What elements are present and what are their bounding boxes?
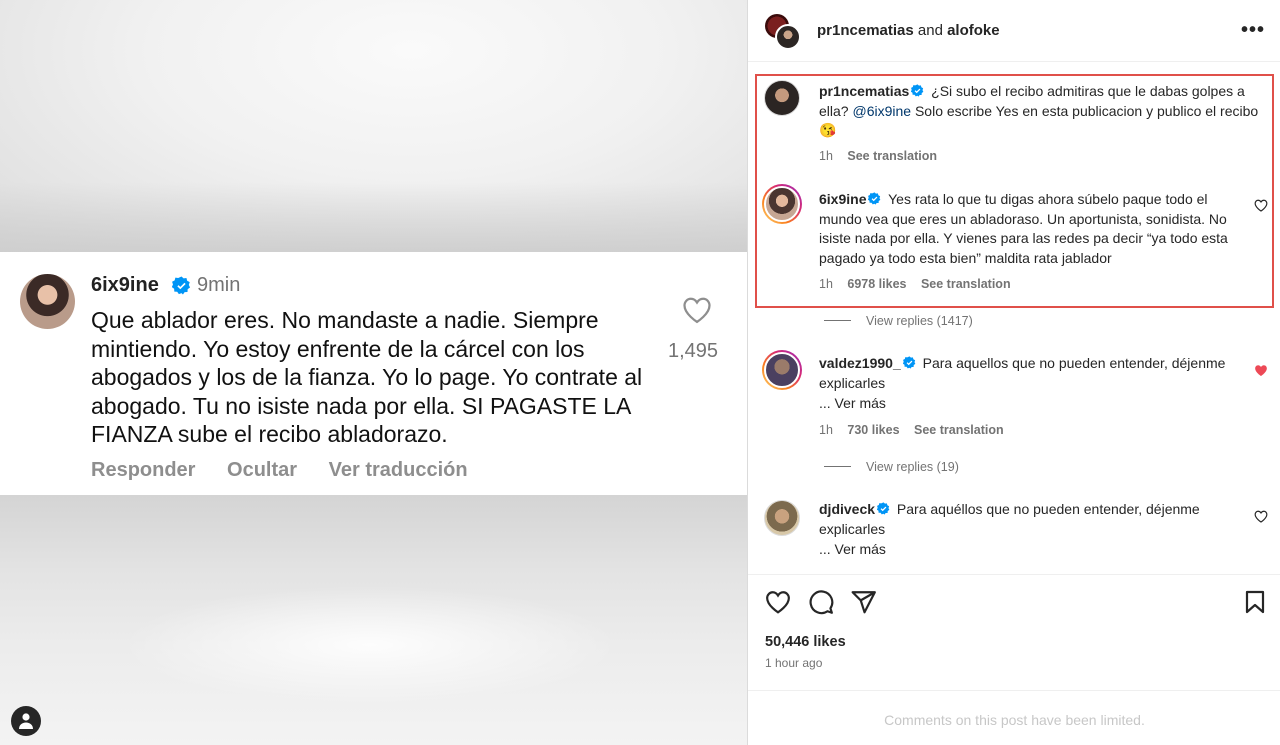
comment-meta: 1h See translation bbox=[819, 149, 948, 163]
screenshot-comment-text: Que ablador eres. No mandaste a nadie. S… bbox=[91, 307, 643, 447]
user-icon bbox=[19, 713, 33, 729]
author-link[interactable]: pr1ncematias bbox=[817, 22, 914, 39]
comment-meta: 1h 6978 likes See translation bbox=[819, 277, 1022, 291]
hide-label: Ocultar bbox=[227, 459, 298, 481]
post-header: pr1ncematias and alofoke ••• bbox=[748, 0, 1280, 62]
verified-badge-icon bbox=[902, 356, 916, 369]
see-more-button[interactable]: ... Ver más bbox=[819, 394, 886, 414]
coauthor-link[interactable]: alofoke bbox=[947, 22, 1000, 39]
view-replies-button[interactable]: View replies (19) bbox=[824, 460, 959, 474]
translate-label: Ver traducción bbox=[328, 459, 468, 481]
see-translation-button[interactable]: See translation bbox=[847, 149, 937, 163]
see-translation-button[interactable]: See translation bbox=[921, 277, 1011, 291]
comment-text: pr1ncematias ¿Si subo el recibo admitira… bbox=[819, 82, 1259, 141]
comment-likes[interactable]: 6978 likes bbox=[847, 277, 906, 291]
blurred-image-top bbox=[0, 0, 747, 252]
like-comment-icon[interactable] bbox=[1254, 510, 1268, 523]
save-icon[interactable] bbox=[1245, 590, 1265, 614]
coauthor-avatar[interactable] bbox=[775, 24, 801, 50]
comment-text: djdiveck Para aquéllos que no pueden ent… bbox=[819, 500, 1249, 539]
comment-time[interactable]: 1h bbox=[819, 149, 833, 163]
comment-avatar[interactable] bbox=[762, 184, 802, 224]
tagged-user-button[interactable] bbox=[11, 706, 41, 736]
comment-likes[interactable]: 730 likes bbox=[847, 423, 899, 437]
comment-username[interactable]: valdez1990_ bbox=[819, 355, 901, 371]
comment-username[interactable]: pr1ncematias bbox=[819, 83, 909, 99]
post-authors: pr1ncematias and alofoke bbox=[817, 22, 1000, 39]
see-translation-button[interactable]: See translation bbox=[914, 423, 1004, 437]
view-replies-button[interactable]: View replies (1417) bbox=[824, 314, 973, 328]
comment-time[interactable]: 1h bbox=[819, 423, 833, 437]
comment-username[interactable]: djdiveck bbox=[819, 501, 875, 517]
verified-badge-icon bbox=[868, 192, 881, 205]
screenshot-comment-time: 9min bbox=[197, 274, 241, 296]
comments-limited-notice: Comments on this post have been limited. bbox=[884, 712, 1145, 728]
like-post-icon[interactable] bbox=[765, 590, 791, 614]
comment-username[interactable]: 6ix9ine bbox=[819, 191, 866, 207]
screenshot-comment-likes: 1,495 bbox=[668, 340, 719, 362]
verified-badge-icon bbox=[877, 502, 890, 515]
divider bbox=[748, 690, 1280, 691]
comment-avatar[interactable] bbox=[762, 350, 802, 390]
like-comment-icon[interactable] bbox=[1254, 199, 1268, 212]
heart-icon bbox=[683, 297, 711, 324]
blurred-image-bottom bbox=[0, 495, 747, 745]
liked-comment-icon[interactable] bbox=[1254, 364, 1268, 377]
post-likes[interactable]: 50,446 likes bbox=[765, 634, 846, 650]
screenshot-comment-avatar bbox=[20, 274, 75, 329]
comment-avatar[interactable] bbox=[764, 80, 800, 116]
comment-icon[interactable] bbox=[808, 590, 834, 616]
authors-conjunction: and bbox=[917, 22, 943, 39]
comment-avatar[interactable] bbox=[764, 500, 800, 536]
verified-badge-icon bbox=[172, 276, 191, 295]
post-media[interactable]: 6ix9ine 9min Que ablador eres. No mandas… bbox=[0, 0, 747, 745]
comment-text: valdez1990_ Para aquellos que no pueden … bbox=[819, 354, 1249, 393]
mention-link[interactable]: @6ix9ine bbox=[852, 103, 911, 119]
more-options-icon[interactable]: ••• bbox=[1241, 20, 1265, 40]
comment-meta: 1h 730 likes See translation bbox=[819, 423, 1015, 437]
see-more-button[interactable]: ... Ver más bbox=[819, 540, 886, 560]
verified-badge-icon bbox=[911, 84, 924, 97]
comment-text: 6ix9ine Yes rata lo que tu digas ahora s… bbox=[819, 190, 1249, 268]
screenshot-comment-actions: Responder Ocultar Ver traducción bbox=[91, 459, 494, 482]
comment-time[interactable]: 1h bbox=[819, 277, 833, 291]
reply-label: Responder bbox=[91, 459, 196, 481]
post-time[interactable]: 1 hour ago bbox=[765, 656, 822, 670]
divider bbox=[748, 574, 1280, 575]
comments-panel: pr1ncematias and alofoke ••• pr1ncematia… bbox=[747, 0, 1280, 745]
screenshot-comment-username: 6ix9ine bbox=[91, 274, 159, 296]
share-icon[interactable] bbox=[851, 590, 877, 614]
